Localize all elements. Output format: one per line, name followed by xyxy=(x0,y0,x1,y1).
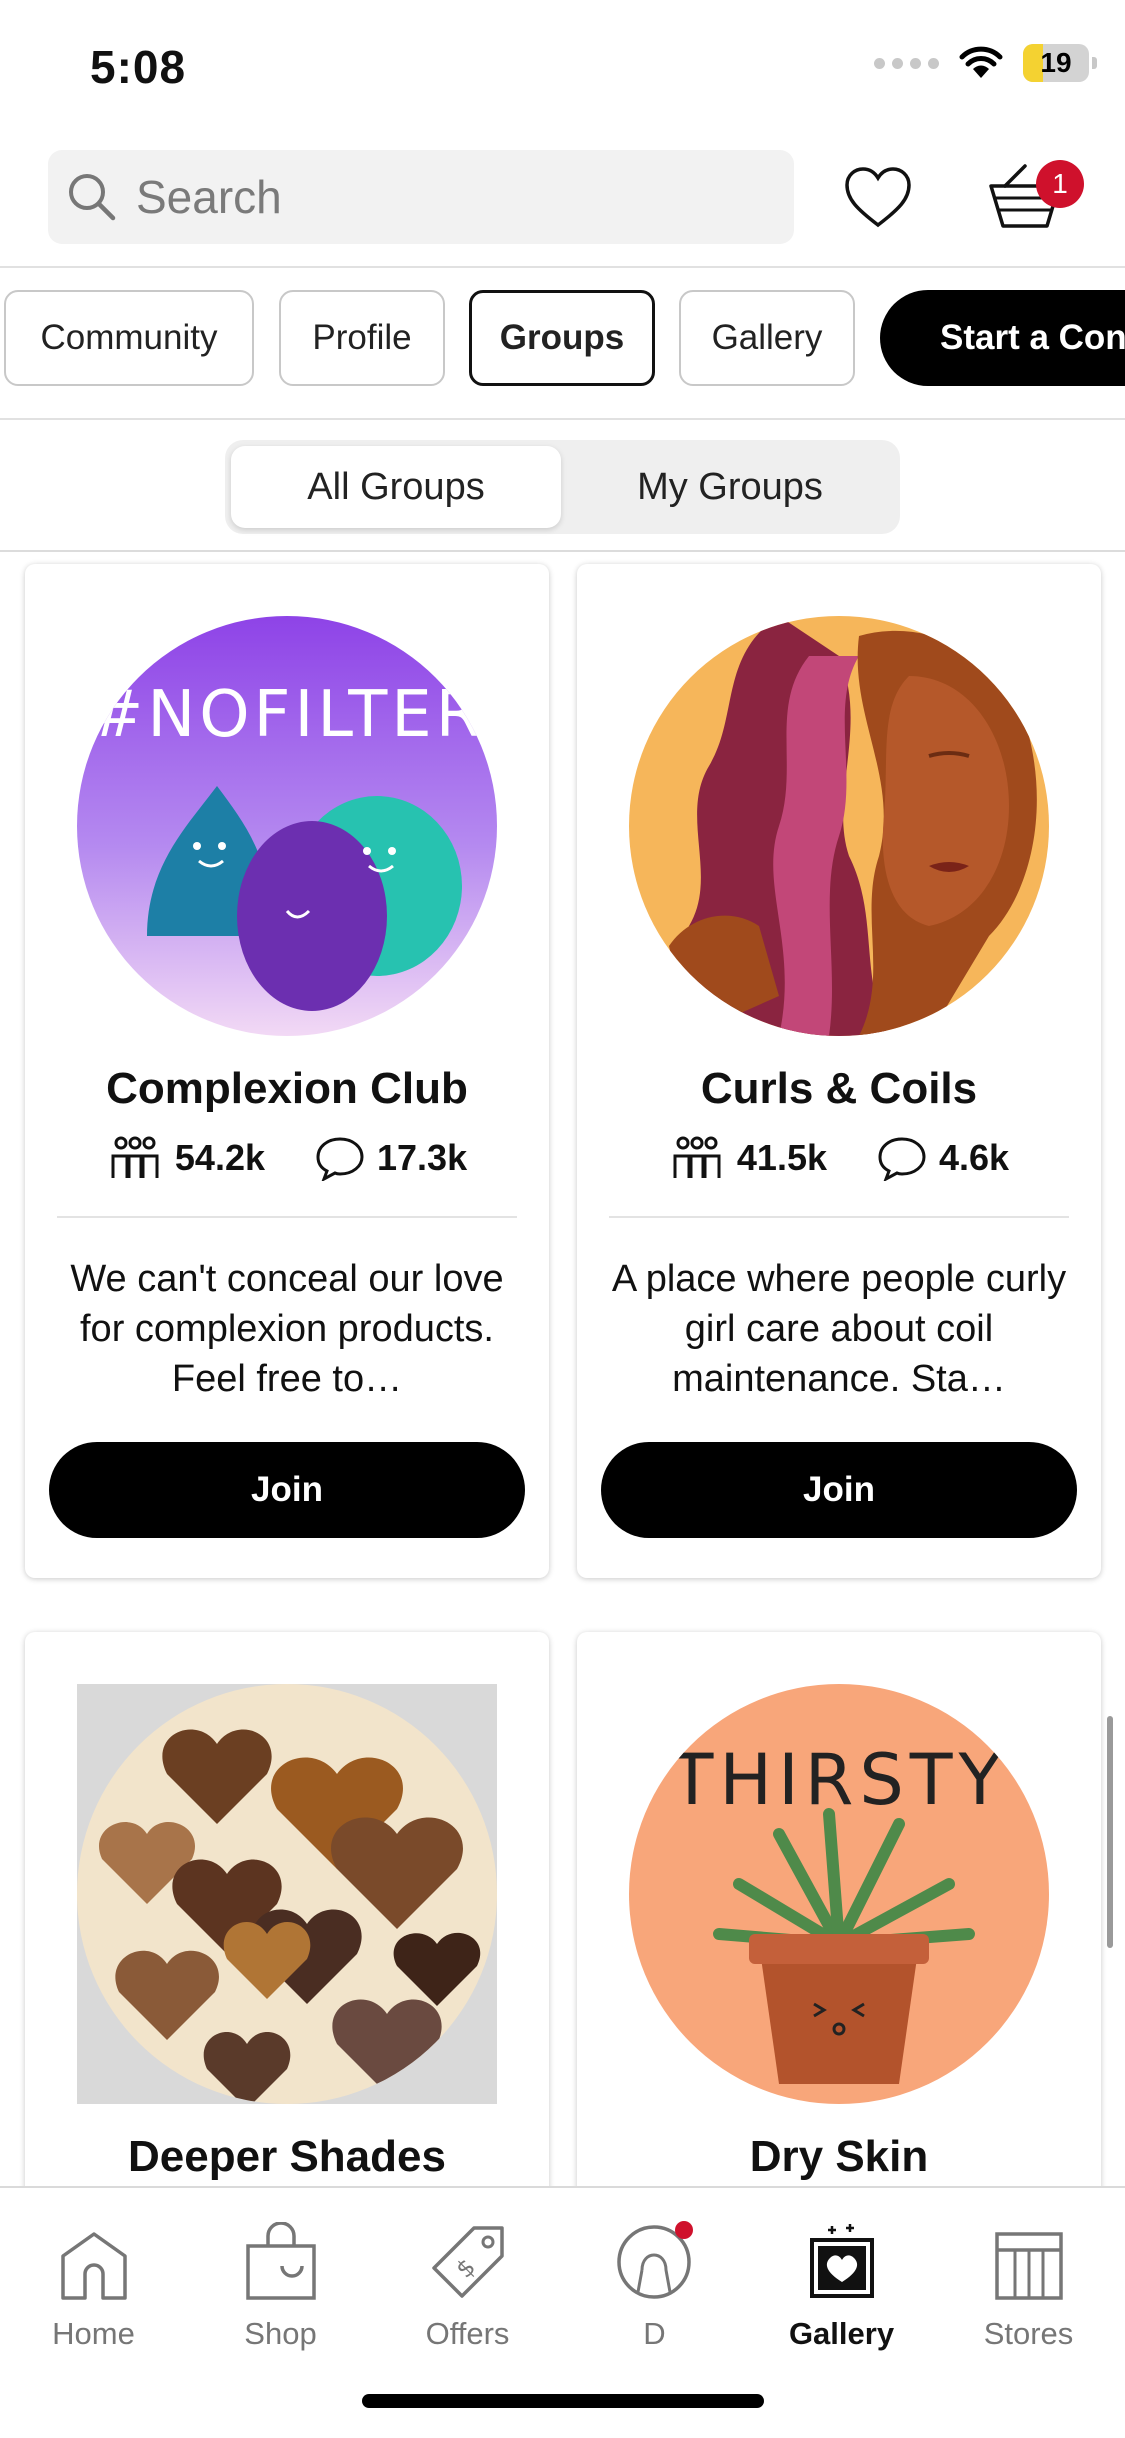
members-icon xyxy=(673,1136,721,1178)
join-button[interactable]: Join xyxy=(601,1442,1077,1538)
search-input[interactable] xyxy=(134,169,738,225)
tab-label: Home xyxy=(52,2316,135,2351)
member-count-value: 54.2k xyxy=(174,1137,265,1178)
divider xyxy=(0,418,1125,420)
group-avatar-nofilter: #NOFILTER xyxy=(77,616,497,1036)
gallery-icon xyxy=(804,2212,880,2302)
tab-label: Offers xyxy=(425,2316,510,2351)
search-bar[interactable] xyxy=(48,150,794,244)
group-description: We can't conceal our love for complexion… xyxy=(70,1258,504,1400)
header-bar xyxy=(0,148,1125,268)
post-count-value: 17.3k xyxy=(377,1137,468,1178)
start-conversation-button[interactable]: Start a Conversation xyxy=(880,290,1125,386)
member-count: 54.2k xyxy=(107,1134,265,1182)
chip-community[interactable]: Community xyxy=(4,290,254,386)
member-count-value: 41.5k xyxy=(736,1137,827,1178)
tab-stores[interactable]: Stores xyxy=(935,2212,1122,2352)
card-divider xyxy=(57,1216,517,1218)
segment-my-groups[interactable]: My Groups xyxy=(565,446,895,528)
store-icon xyxy=(993,2212,1065,2302)
favorites-button[interactable] xyxy=(842,162,914,232)
search-icon xyxy=(66,171,118,223)
tab-shop[interactable]: Shop xyxy=(187,2212,374,2352)
group-name: Dry Skin xyxy=(749,2132,929,2181)
group-card[interactable]: Curls & Coils 41.5k 4.6k A place where p… xyxy=(577,564,1101,1578)
group-name: Curls & Coils xyxy=(700,1064,978,1113)
tab-label: Shop xyxy=(244,2316,317,2351)
segment-all-groups[interactable]: All Groups xyxy=(231,446,561,528)
tag-icon: $ xyxy=(428,2212,508,2302)
status-bar: 5:08 19 xyxy=(0,0,1125,140)
tab-gallery[interactable]: Gallery xyxy=(748,2212,935,2352)
nofilter-text: #NOFILTER xyxy=(90,678,484,752)
group-name: Deeper Shades xyxy=(128,2132,446,2181)
cellular-signal-icon xyxy=(874,57,939,69)
group-avatar-curls xyxy=(629,616,1049,1036)
post-count-value: 4.6k xyxy=(939,1137,1010,1178)
home-indicator xyxy=(362,2394,764,2408)
tab-profile[interactable]: D xyxy=(561,2212,748,2352)
group-card[interactable]: THIRSTY Dry Skin xyxy=(577,1632,1101,2232)
thirsty-text: THIRSTY xyxy=(670,1739,1008,1821)
group-avatar-hearts xyxy=(77,1684,497,2104)
heart-icon xyxy=(845,167,911,228)
comment-icon xyxy=(878,1137,926,1181)
members-icon xyxy=(111,1136,159,1178)
card-divider xyxy=(609,1216,1069,1218)
group-card[interactable]: #NOFILTER Complexion Club 54.2k 17.3k We… xyxy=(25,564,549,1578)
groups-segmented-control: All Groups My Groups xyxy=(225,440,900,534)
battery-level: 19 xyxy=(1040,47,1072,78)
chip-gallery[interactable]: Gallery xyxy=(679,290,855,386)
home-icon xyxy=(57,2212,131,2302)
join-button[interactable]: Join xyxy=(49,1442,525,1538)
status-time: 5:08 xyxy=(90,41,187,93)
post-count: 4.6k xyxy=(877,1135,1009,1181)
group-description: A place where people curly girl care abo… xyxy=(611,1258,1067,1400)
profile-icon xyxy=(614,2212,696,2302)
group-card[interactable]: Deeper Shades xyxy=(25,1632,549,2232)
scrollbar[interactable] xyxy=(1107,1716,1113,1948)
chip-profile[interactable]: Profile xyxy=(279,290,445,386)
tab-offers[interactable]: $ Offers xyxy=(374,2212,561,2352)
group-avatar-thirsty: THIRSTY xyxy=(629,1684,1049,2104)
status-indicators: 19 xyxy=(874,44,1097,82)
tab-label: D xyxy=(643,2316,666,2351)
member-count: 41.5k xyxy=(669,1134,827,1182)
post-count: 17.3k xyxy=(315,1135,467,1181)
tab-label: Stores xyxy=(983,2316,1074,2351)
chip-groups[interactable]: Groups xyxy=(469,290,655,386)
comment-icon xyxy=(316,1137,364,1181)
community-nav: Community Profile Groups Gallery Start a… xyxy=(0,290,1125,390)
tab-home[interactable]: Home xyxy=(0,2212,187,2352)
svg-text:$: $ xyxy=(450,2253,481,2284)
wifi-icon xyxy=(959,46,1003,78)
group-name: Complexion Club xyxy=(106,1064,468,1113)
cart-badge: 1 xyxy=(1036,160,1084,208)
group-stats: 41.5k 4.6k xyxy=(577,1134,1101,1182)
divider xyxy=(0,550,1125,552)
battery-icon: 19 xyxy=(1023,44,1097,82)
group-stats: 54.2k 17.3k xyxy=(25,1134,549,1182)
shopping-bag-icon xyxy=(242,2212,320,2302)
tab-label: Gallery xyxy=(788,2316,895,2351)
